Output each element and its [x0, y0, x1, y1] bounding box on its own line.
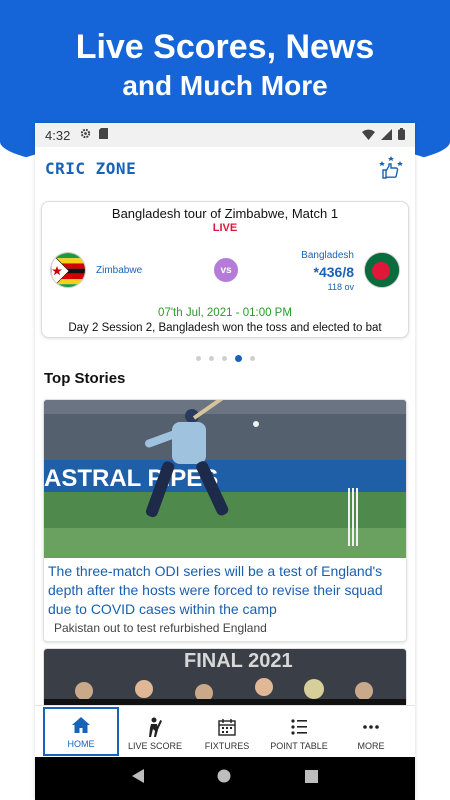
- sd-card-icon: [99, 128, 109, 142]
- nav-more[interactable]: MORE: [335, 707, 407, 756]
- carousel-dot[interactable]: [208, 356, 214, 361]
- nav-point-table-label: POINT TABLE: [270, 741, 328, 751]
- nav-home-label: HOME: [67, 739, 95, 749]
- live-match-card[interactable]: Bangladesh tour of Zimbabwe, Match 1 LIV…: [41, 201, 409, 338]
- home-icon: [72, 714, 90, 736]
- status-bar: 4:32: [35, 123, 415, 147]
- back-icon[interactable]: [131, 769, 144, 788]
- story-image: FINAL 2021: [44, 649, 406, 707]
- signal-icon: [381, 128, 392, 143]
- story-subtitle: Pakistan out to test refurbished England: [54, 621, 267, 635]
- bottom-navigation: HOME LIVE SCORE FIXTURES POINT TABLE MOR…: [35, 705, 415, 757]
- nav-fixtures[interactable]: FIXTURES: [191, 707, 263, 756]
- story-card[interactable]: FINAL 2021: [43, 648, 407, 708]
- recents-icon[interactable]: [305, 769, 319, 788]
- gear-icon: [80, 128, 91, 142]
- match-status: Day 2 Session 2, Bangladesh won the toss…: [68, 322, 382, 334]
- app-bar: CRIC ZONE: [35, 147, 415, 189]
- cricket-player-icon: [147, 716, 163, 738]
- nav-fixtures-label: FIXTURES: [204, 741, 250, 751]
- carousel-dot[interactable]: [249, 356, 255, 361]
- team2-score: *436/8: [313, 264, 354, 280]
- home-circle-icon[interactable]: [217, 769, 231, 788]
- zimbabwe-flag: [50, 252, 86, 288]
- promo-title: Live Scores, News: [75, 28, 375, 66]
- status-time: 4:32: [45, 127, 71, 143]
- app-logo: CRIC ZONE: [45, 158, 137, 178]
- carousel-dot-active[interactable]: [234, 355, 242, 362]
- carousel-dot[interactable]: [195, 356, 201, 361]
- story-image: ASTRAL PIPES: [44, 400, 406, 558]
- system-navigation-bar: [35, 757, 415, 800]
- bangladesh-flag: [364, 252, 400, 288]
- banner-text: ASTRAL PIPES: [44, 465, 218, 492]
- nav-live-score-label: LIVE SCORE: [127, 741, 183, 751]
- phone-screen: 4:32 CRIC ZONE Bangladesh tour of Zimbab…: [35, 123, 415, 800]
- battery-icon: [398, 127, 405, 143]
- promo-subtitle: and Much More: [122, 70, 328, 101]
- match-title: Bangladesh tour of Zimbabwe, Match 1: [111, 206, 339, 221]
- thumbs-up-stars-icon[interactable]: [377, 154, 405, 182]
- match-date: 07'th Jul, 2021 - 01:00 PM: [158, 307, 292, 319]
- story-card[interactable]: ASTRAL PIPES The three-match ODI series …: [43, 399, 407, 642]
- wifi-icon: [362, 128, 375, 143]
- nav-home[interactable]: HOME: [43, 707, 119, 756]
- nav-point-table[interactable]: POINT TABLE: [263, 707, 335, 756]
- vs-badge: vs: [214, 258, 238, 282]
- list-icon: [290, 716, 308, 738]
- team2-name: Bangladesh: [301, 250, 354, 261]
- nav-more-label: MORE: [357, 741, 385, 751]
- nav-live-score[interactable]: LIVE SCORE: [119, 707, 191, 756]
- banner-text: FINAL 2021: [184, 650, 293, 672]
- team2-overs: 118 ov: [327, 282, 354, 292]
- more-icon: [363, 716, 379, 738]
- calendar-icon: [218, 716, 236, 738]
- carousel-indicator: [35, 355, 415, 362]
- carousel-dot[interactable]: [221, 356, 227, 361]
- story-headline[interactable]: The three-match ODI series will be a tes…: [44, 558, 406, 619]
- top-stories-title: Top Stories: [44, 370, 126, 387]
- live-badge: LIVE: [212, 222, 238, 234]
- team1-name: Zimbabwe: [96, 265, 143, 276]
